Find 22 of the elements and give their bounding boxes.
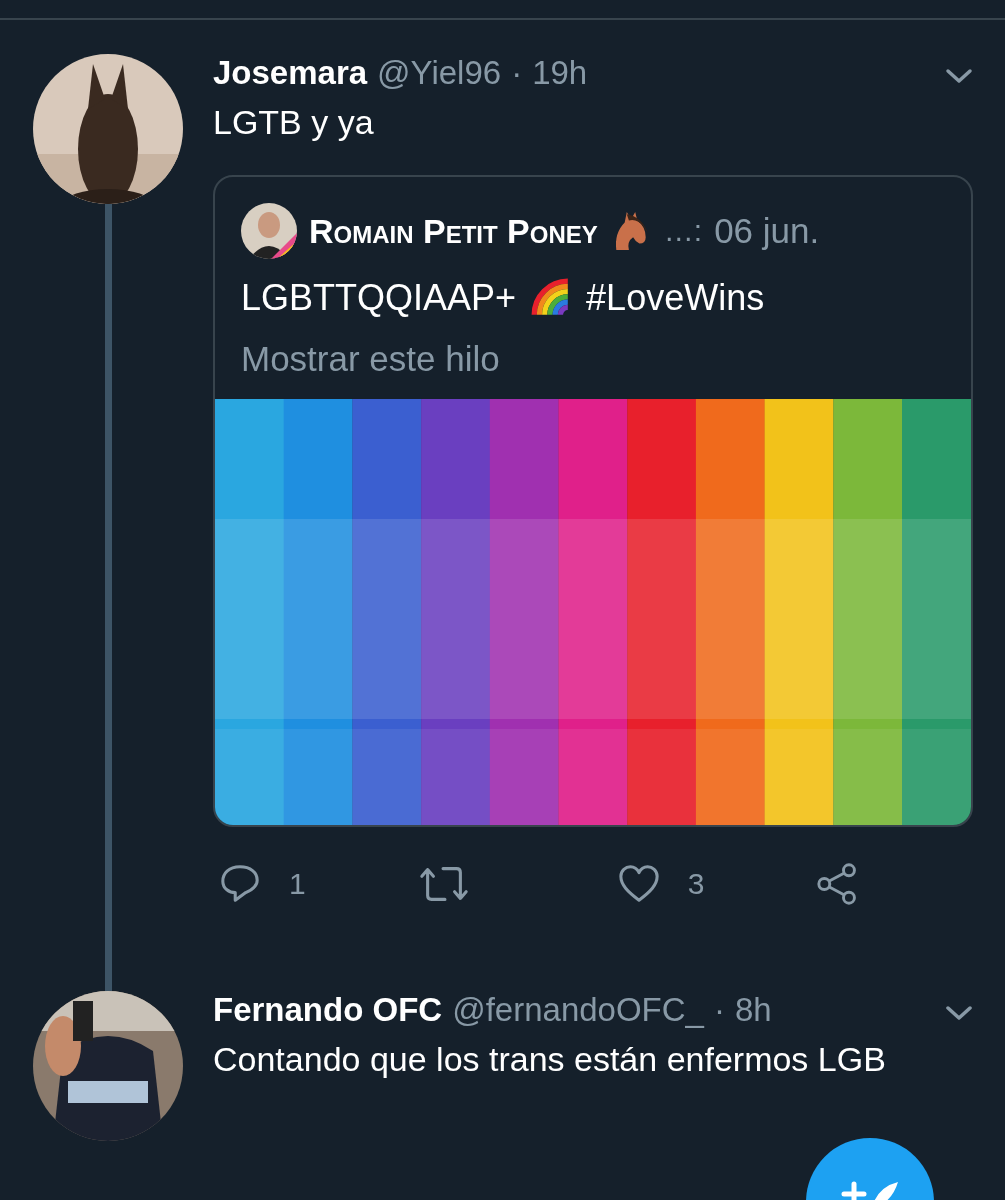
truncation-mark: …: [663,214,703,249]
tweet-time: 8h [734,991,772,1029]
show-thread-link[interactable]: Mostrar este hilo [215,319,971,400]
quoted-date: 06 jun. [714,211,820,252]
share-icon[interactable] [817,863,859,906]
quoted-author-name[interactable]: Romain Petit Poney [309,211,598,251]
author-name[interactable]: Josemara [213,54,368,92]
tweet-text: Contando que los trans están enfermos LGB [213,1039,887,1080]
separator: · [511,54,523,92]
separator: · [713,991,725,1029]
like-count: 3 [687,867,705,902]
reply-count: 1 [289,867,306,902]
author-handle[interactable]: @Yiel96 [377,54,502,92]
chevron-down-icon[interactable] [945,1005,973,1021]
quoted-tweet-card[interactable]: Romain Petit Poney …: 06 jun. LGBTTQQIAAP+ #LoveWins Mostrar este hilo [213,175,973,828]
hashtag-link[interactable]: #LoveWins [586,277,765,320]
author-handle[interactable]: @fernandoOFC_ [452,991,704,1029]
tweet-text: LGTB y ya [213,102,375,143]
author-name[interactable]: Fernando OFC [213,991,443,1029]
quoted-text: LGBTTQQIAAP+ [241,277,517,320]
chevron-down-icon[interactable] [945,68,973,84]
tweet-time: 19h [532,54,588,92]
